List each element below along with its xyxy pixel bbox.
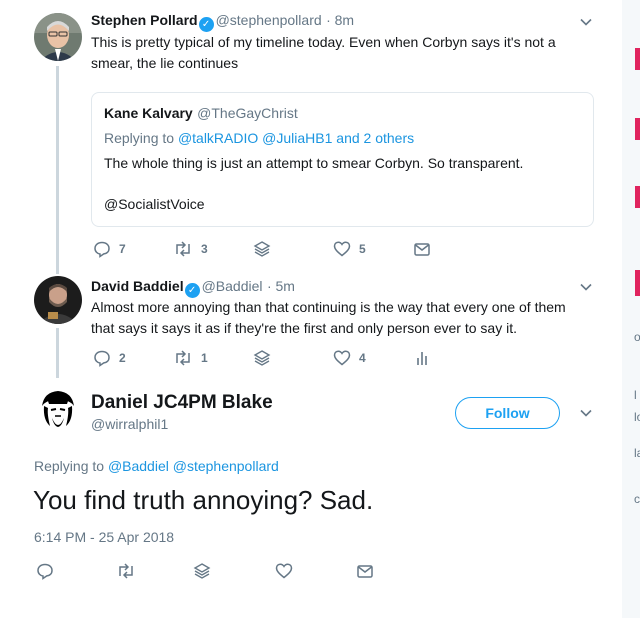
display-name[interactable]: David Baddiel	[91, 278, 184, 294]
like-button[interactable]: 4	[333, 349, 366, 367]
quoted-text: The whole thing is just an attempt to sm…	[104, 155, 524, 171]
avatar[interactable]	[34, 13, 82, 61]
tweet-timestamp[interactable]: 6:14 PM - 25 Apr 2018	[34, 529, 174, 545]
like-button[interactable]: 5	[333, 240, 366, 258]
background-page-strip: o l lo la c	[622, 0, 640, 618]
heart-icon	[333, 241, 351, 257]
tweet-text: Almost more annoying than that continuin…	[91, 299, 566, 336]
handle[interactable]: @stephenpollard	[216, 12, 322, 28]
replying-to: Replying to @Baddiel @stephenpollard	[34, 458, 279, 474]
chevron-down-icon[interactable]	[580, 16, 592, 28]
like-button[interactable]	[275, 562, 293, 580]
replying-to-link[interactable]: @Baddiel @stephenpollard	[108, 458, 279, 474]
background-text: c	[634, 492, 640, 506]
handle[interactable]: @Baddiel	[202, 278, 263, 294]
tweet-actions: 2 1 4	[93, 349, 543, 369]
mail-icon	[414, 243, 430, 256]
handle[interactable]: @wirralphil1	[91, 416, 168, 432]
thread-line	[56, 66, 59, 274]
handle: @TheGayChrist	[197, 105, 298, 121]
chevron-down-icon[interactable]	[580, 281, 592, 293]
tweet-header: Stephen Pollard ✓ @stephenpollard · 8m	[91, 12, 354, 32]
tweet-time[interactable]: · 8m	[326, 12, 354, 28]
retweet-button[interactable]: 1	[173, 349, 208, 367]
retweet-icon	[119, 563, 133, 579]
replying-to: Replying to @talkRADIO @JuliaHB1 and 2 o…	[104, 130, 415, 146]
mail-icon	[357, 565, 373, 578]
background-text: o	[634, 330, 640, 344]
background-text: l	[634, 388, 637, 402]
background-fragment	[635, 186, 640, 208]
chevron-down-icon[interactable]	[580, 407, 592, 419]
layers-icon	[193, 563, 211, 579]
message-button[interactable]	[413, 240, 431, 258]
quoted-mention: @SocialistVoice	[104, 196, 205, 212]
thread-line	[56, 328, 59, 378]
reply-icon	[94, 350, 110, 367]
display-name: Kane Kalvary	[104, 105, 193, 121]
background-fragment	[635, 270, 640, 296]
avatar[interactable]	[34, 276, 82, 324]
layers-icon	[253, 350, 271, 366]
stack-button[interactable]	[193, 562, 211, 580]
display-name[interactable]: Stephen Pollard	[91, 12, 198, 28]
verified-badge-icon: ✓	[184, 283, 200, 298]
background-text: la	[634, 446, 640, 460]
layers-icon	[253, 241, 271, 257]
tweet-time[interactable]: · 5m	[267, 278, 295, 294]
reply-button[interactable]	[36, 562, 54, 580]
analytics-icon	[417, 352, 427, 365]
reply-icon	[37, 563, 53, 580]
tweet-conversation: Stephen Pollard ✓ @stephenpollard · 8m Thi…	[0, 0, 622, 618]
tweet-actions: 7 3 5	[93, 240, 543, 260]
verified-badge-icon: ✓	[198, 17, 214, 32]
heart-icon	[275, 563, 293, 579]
background-text: lo	[634, 410, 640, 424]
follow-button[interactable]: Follow	[455, 397, 560, 429]
quoted-tweet[interactable]: Kane Kalvary @TheGayChrist Replying to @…	[91, 92, 594, 227]
stack-button[interactable]	[253, 240, 271, 258]
background-fragment	[635, 48, 640, 70]
tweet-header: David Baddiel ✓ @Baddiel · 5m	[91, 278, 295, 298]
retweet-button[interactable]	[116, 562, 136, 580]
main-tweet-text: You find truth annoying? Sad.	[33, 485, 374, 515]
retweet-button[interactable]: 3	[173, 240, 208, 258]
reply-button[interactable]: 7	[93, 240, 126, 258]
retweet-icon	[176, 350, 190, 366]
avatar[interactable]	[34, 386, 82, 434]
heart-icon	[333, 350, 351, 366]
message-button[interactable]	[356, 562, 374, 580]
stack-button[interactable]	[253, 349, 271, 367]
retweet-icon	[176, 241, 190, 257]
reply-icon	[94, 241, 110, 258]
display-name[interactable]: Daniel JC4PM Blake	[91, 392, 273, 414]
analytics-button[interactable]	[413, 349, 431, 367]
background-fragment	[635, 118, 640, 140]
tweet-text: This is pretty typical of my timeline to…	[91, 34, 556, 71]
reply-button[interactable]: 2	[93, 349, 126, 367]
tweet-actions	[36, 562, 396, 582]
